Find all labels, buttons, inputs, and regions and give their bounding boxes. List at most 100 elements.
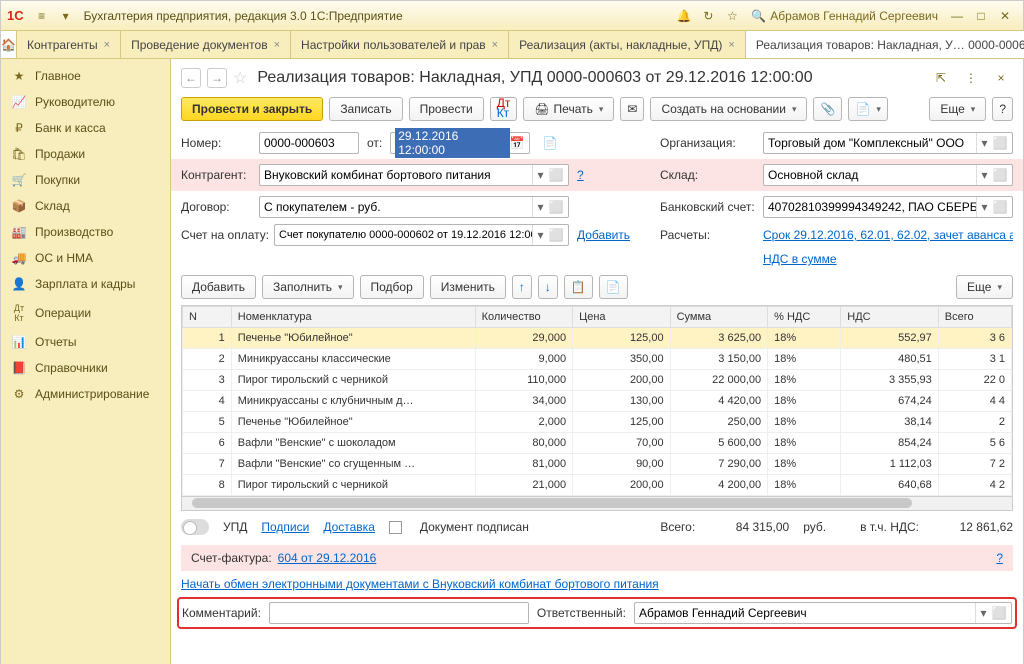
print-button[interactable]: 🖨 Печать▾ <box>523 97 614 121</box>
table-pick-button[interactable]: Подбор <box>360 275 424 299</box>
open-icon[interactable]: ⬜ <box>992 136 1008 150</box>
sidebar-item-assets[interactable]: 🚚ОС и НМА <box>1 245 170 271</box>
sidebar-item-sales[interactable]: 🛍Продажи <box>1 141 170 167</box>
favorite-icon[interactable]: ☆ <box>233 68 247 88</box>
chevron-down-icon[interactable]: ▾ <box>532 165 548 185</box>
contract-field[interactable]: С покупателем - руб.▾⬜ <box>259 196 569 218</box>
table-row[interactable]: 3Пирог тирольский с черникой110,000200,0… <box>183 370 1012 391</box>
open-icon[interactable]: ⬜ <box>992 168 1008 182</box>
open-icon[interactable]: ⬜ <box>548 228 564 242</box>
maximize-icon[interactable]: □ <box>970 5 992 27</box>
paste-button[interactable]: 📄 <box>599 275 628 299</box>
table-row[interactable]: 8Пирог тирольский с черникой21,000200,00… <box>183 475 1012 496</box>
col-n[interactable]: N <box>183 307 232 328</box>
forward-button[interactable]: → <box>207 68 227 88</box>
sidebar-item-manager[interactable]: 📈Руководителю <box>1 89 170 115</box>
table-row[interactable]: 5Печенье "Юбилейное"2,000125,00250,0018%… <box>183 412 1012 433</box>
sf-help-link[interactable]: ? <box>996 551 1003 565</box>
tab-close-icon[interactable]: × <box>104 39 110 51</box>
sidebar-item-reports[interactable]: 📊Отчеты <box>1 329 170 355</box>
counterparty-field[interactable]: Внуковский комбинат бортового питания▾⬜ <box>259 164 569 186</box>
table-row[interactable]: 6Вафли "Венские" с шоколадом80,00070,005… <box>183 433 1012 454</box>
comment-field[interactable] <box>269 602 529 624</box>
sf-link[interactable]: 604 от 29.12.2016 <box>278 551 377 565</box>
sidebar-item-salary[interactable]: 👤Зарплата и кадры <box>1 271 170 297</box>
chevron-down-icon[interactable]: ▾ <box>976 165 992 185</box>
table-row[interactable]: 7Вафли "Венские" со сгущенным …81,00090,… <box>183 454 1012 475</box>
tab-2[interactable]: Настройки пользователей и прав× <box>291 31 509 58</box>
edi-button[interactable]: 📄▾ <box>848 97 887 121</box>
table-row[interactable]: 2Миникруассаны классические9,000350,003 … <box>183 349 1012 370</box>
sidebar-item-bank[interactable]: ₽Банк и касса <box>1 115 170 141</box>
mail-button[interactable]: ✉ <box>620 97 644 121</box>
col-total[interactable]: Всего <box>938 307 1011 328</box>
expand-icon[interactable]: ⇱ <box>930 67 952 89</box>
number-field[interactable]: 0000-000603 <box>259 132 359 154</box>
post-close-button[interactable]: Провести и закрыть <box>181 97 323 121</box>
menu-icon[interactable]: ≡ <box>31 5 53 27</box>
delivery-link[interactable]: Доставка <box>323 520 375 534</box>
star-icon[interactable]: ☆ <box>721 5 743 27</box>
move-down-button[interactable]: ↓ <box>538 275 558 299</box>
col-qty[interactable]: Количество <box>475 307 573 328</box>
sidebar-item-purchases[interactable]: 🛒Покупки <box>1 167 170 193</box>
chevron-down-icon[interactable]: ▾ <box>976 133 992 153</box>
bell-icon[interactable]: 🔔 <box>673 5 695 27</box>
header-search[interactable]: 🔍 Абрамов Геннадий Сергеевич <box>744 6 945 26</box>
tab-3[interactable]: Реализация (акты, накладные, УПД)× <box>509 31 746 58</box>
invoice-field[interactable]: Счет покупателю 0000-000602 от 19.12.201… <box>274 224 569 246</box>
upd-toggle[interactable] <box>181 519 209 535</box>
post-button[interactable]: Провести <box>409 97 484 121</box>
write-button[interactable]: Записать <box>329 97 402 121</box>
dropdown-icon[interactable]: ▾ <box>55 5 77 27</box>
dtkt-button[interactable]: ДтКт <box>490 97 518 121</box>
sidebar-item-main[interactable]: ★Главное <box>1 63 170 89</box>
tab-1[interactable]: Проведение документов× <box>121 31 291 58</box>
horizontal-scrollbar[interactable] <box>181 497 1013 511</box>
tab-4[interactable]: Реализация товаров: Накладная, У… 0000-0… <box>746 31 1024 58</box>
col-name[interactable]: Номенклатура <box>231 307 475 328</box>
warehouse-field[interactable]: Основной склад▾⬜ <box>763 164 1013 186</box>
edi-link[interactable]: Начать обмен электронными документами с … <box>181 577 659 591</box>
open-icon[interactable]: ⬜ <box>548 200 564 214</box>
table-row[interactable]: 4Миникруассаны с клубничным д…34,000130,… <box>183 391 1012 412</box>
vat-link[interactable]: НДС в сумме <box>763 252 1013 266</box>
help-button[interactable]: ? <box>992 97 1013 121</box>
tab-0[interactable]: Контрагенты× <box>17 31 121 58</box>
minimize-icon[interactable]: — <box>946 5 968 27</box>
copy-button[interactable]: 📋 <box>564 275 593 299</box>
bank-field[interactable]: 40702810399994349242, ПАО СБЕРБАНК▾⬜ <box>763 196 1013 218</box>
sidebar-item-production[interactable]: 🏭Производство <box>1 219 170 245</box>
back-button[interactable]: ← <box>181 68 201 88</box>
tab-close-icon[interactable]: × <box>728 39 734 51</box>
table-more-button[interactable]: Еще▾ <box>956 275 1013 299</box>
table-row[interactable]: 1Печенье "Юбилейное"29,000125,003 625,00… <box>183 328 1012 349</box>
calc-link[interactable]: Срок 29.12.2016, 62.01, 62.02, зачет ава… <box>763 228 1013 242</box>
create-based-button[interactable]: Создать на основании▾ <box>650 97 807 121</box>
responsible-field[interactable]: Абрамов Геннадий Сергеевич▾⬜ <box>634 602 1012 624</box>
doc-signed-checkbox[interactable] <box>389 521 402 534</box>
date-field[interactable]: 29.12.2016 12:00:00📅 <box>390 132 530 154</box>
add-invoice-link[interactable]: Добавить <box>577 228 630 242</box>
table-edit-button[interactable]: Изменить <box>430 275 506 299</box>
tab-close-icon[interactable]: × <box>274 39 280 51</box>
col-sum[interactable]: Сумма <box>670 307 768 328</box>
chevron-down-icon[interactable]: ▾ <box>976 197 992 217</box>
chevron-down-icon[interactable]: ▾ <box>532 197 548 217</box>
attach-button[interactable]: 📎 <box>813 97 842 121</box>
home-tab[interactable]: 🏠 <box>1 31 17 58</box>
table-fill-button[interactable]: Заполнить▾ <box>262 275 353 299</box>
menu-dots-icon[interactable]: ⋮ <box>960 67 982 89</box>
calendar-icon[interactable]: 📅 <box>510 136 526 150</box>
col-price[interactable]: Цена <box>573 307 671 328</box>
col-vat[interactable]: НДС <box>841 307 939 328</box>
close-doc-icon[interactable]: × <box>990 67 1012 89</box>
counterparty-help-link[interactable]: ? <box>577 168 584 182</box>
chevron-down-icon[interactable]: ▾ <box>532 225 548 245</box>
close-icon[interactable]: ✕ <box>994 5 1016 27</box>
col-vatp[interactable]: % НДС <box>768 307 841 328</box>
sidebar-item-operations[interactable]: ДтКтОперации <box>1 297 170 329</box>
history-icon[interactable]: ↻ <box>697 5 719 27</box>
chevron-down-icon[interactable]: ▾ <box>975 603 991 623</box>
open-icon[interactable]: ⬜ <box>548 168 564 182</box>
